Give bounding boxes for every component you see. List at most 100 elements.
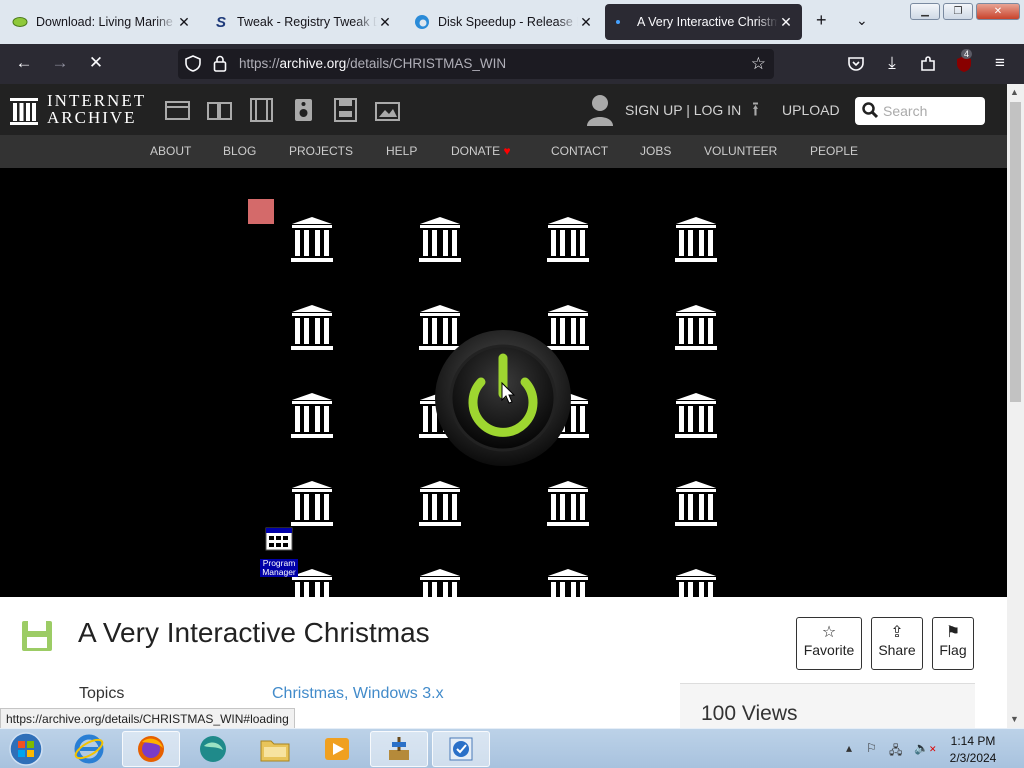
nav-about[interactable]: ABOUT	[150, 144, 191, 158]
nav-people[interactable]: PEOPLE	[810, 144, 858, 158]
ia-logo-text[interactable]: INTERNET ARCHIVE	[47, 92, 146, 126]
scroll-up-arrow-icon[interactable]: ▲	[1010, 87, 1019, 97]
green-globe-icon	[200, 736, 226, 762]
topics-label: Topics	[79, 685, 125, 702]
tab-title: Disk Speedup - Release No	[438, 15, 578, 29]
flag-icon: ⚑	[945, 624, 961, 641]
green-oval-icon	[12, 14, 28, 30]
ia-header: INTERNET ARCHIVE SIGN UP | LOG IN ⭱ UPLO…	[0, 84, 1007, 135]
archive-column-icon	[291, 305, 333, 350]
scrollbar-thumb[interactable]	[1010, 102, 1021, 402]
archive-column-icon	[675, 393, 717, 438]
action-center-flag-icon[interactable]: ⚐	[866, 741, 877, 755]
archive-column-icon	[675, 217, 717, 262]
network-icon[interactable]: 🖧	[889, 741, 902, 762]
tab-download-living-marine[interactable]: Download: Living Marine A ✕	[4, 4, 200, 40]
tracking-shield-icon[interactable]	[185, 55, 201, 77]
ia-top-nav: ABOUT BLOG PROJECTS HELP DONATE ♥ CONTAC…	[0, 135, 1007, 168]
close-icon[interactable]: ✕	[377, 14, 393, 31]
ia-search-input[interactable]: Search	[855, 97, 985, 125]
nav-projects[interactable]: PROJECTS	[289, 144, 353, 158]
back-arrow-icon[interactable]: ←	[12, 53, 36, 73]
taskbar-cleaner[interactable]	[370, 731, 428, 767]
archive-column-icon	[419, 217, 461, 262]
tab-title: A Very Interactive Christma	[637, 15, 778, 29]
favorite-button[interactable]: ☆ Favorite	[796, 617, 862, 670]
minimize-button[interactable]: ▁	[910, 3, 940, 20]
item-title: A Very Interactive Christmas	[78, 617, 430, 648]
stop-loading-icon[interactable]: ✕	[84, 53, 108, 73]
audio-speaker-icon[interactable]	[291, 98, 317, 122]
scroll-down-arrow-icon[interactable]: ▼	[1010, 714, 1019, 724]
system-clock[interactable]: 1:14 PM 2/3/2024	[941, 733, 1005, 767]
tab-disk-speedup[interactable]: Disk Speedup - Release No ✕	[406, 4, 602, 40]
url-text[interactable]: https://archive.org/details/CHRISTMAS_WI…	[239, 56, 506, 71]
share-button[interactable]: ⇪ Share	[871, 617, 923, 670]
close-icon[interactable]: ✕	[578, 14, 594, 31]
start-button[interactable]	[0, 731, 52, 767]
broom-cleaner-icon	[389, 737, 409, 760]
taskbar-installer[interactable]	[432, 731, 490, 767]
close-icon[interactable]: ✕	[176, 14, 192, 31]
taskbar-explorer[interactable]	[246, 731, 304, 767]
lock-icon[interactable]	[213, 55, 227, 77]
pocket-icon[interactable]	[844, 53, 868, 78]
windows-orb-icon	[9, 732, 43, 766]
windows-taskbar: ▴ ⚐ 🖧 🔈✕ 1:14 PM 2/3/2024	[0, 728, 1024, 768]
installer-shield-icon	[449, 737, 473, 761]
downloads-icon[interactable]: ⤓	[880, 53, 904, 73]
extensions-puzzle-icon[interactable]	[916, 53, 940, 78]
archive-column-icon	[675, 305, 717, 350]
upload-arrow-icon[interactable]: ⭱	[752, 100, 759, 120]
upload-link[interactable]: UPLOAD	[782, 102, 840, 118]
program-manager-icon[interactable]: Program Manager	[260, 526, 298, 577]
close-icon[interactable]: ✕	[778, 14, 794, 31]
internet-explorer-icon	[74, 734, 104, 764]
hamburger-menu-icon[interactable]: ≡	[988, 53, 1012, 73]
heart-icon: ♥	[503, 144, 511, 158]
firefox-icon	[138, 736, 164, 762]
address-bar[interactable]: https://archive.org/details/CHRISTMAS_WI…	[178, 49, 774, 79]
link-status-url: https://archive.org/details/CHRISTMAS_WI…	[0, 708, 295, 729]
archive-column-icon	[675, 481, 717, 526]
taskbar-media-player[interactable]	[308, 731, 366, 767]
list-tabs-chevron-icon[interactable]: ⌄	[856, 12, 868, 29]
navigation-toolbar: ← → ✕ https://archive.org/details/CHRIST…	[0, 44, 1024, 84]
archive-column-icon	[548, 569, 588, 597]
nav-donate[interactable]: DONATE ♥	[451, 144, 511, 158]
flag-button[interactable]: ⚑ Flag	[932, 617, 974, 670]
close-window-button[interactable]: ✕	[976, 3, 1020, 20]
media-player-icon	[325, 738, 349, 760]
archive-column-icon	[547, 217, 589, 262]
nav-volunteer[interactable]: VOLUNTEER	[704, 144, 777, 158]
volume-muted-icon[interactable]: 🔈✕	[914, 741, 937, 755]
views-count: 100 Views	[701, 702, 798, 725]
forward-arrow-icon[interactable]: →	[48, 53, 72, 73]
signup-login-link[interactable]: SIGN UP | LOG IN	[625, 102, 741, 118]
nav-blog[interactable]: BLOG	[223, 144, 256, 158]
taskbar-app-green[interactable]	[184, 731, 242, 767]
emulator-screen[interactable]: Program Manager	[0, 168, 1007, 597]
nav-contact[interactable]: CONTACT	[551, 144, 608, 158]
texts-book-icon[interactable]	[207, 98, 233, 122]
maximize-button[interactable]: ❐	[943, 3, 973, 20]
web-media-icon[interactable]	[165, 98, 191, 122]
tray-expand-arrow-icon[interactable]: ▴	[846, 741, 852, 755]
taskbar-firefox[interactable]	[122, 731, 180, 767]
page-scrollbar[interactable]: ▲ ▼	[1007, 84, 1024, 728]
video-film-icon[interactable]	[249, 98, 275, 122]
images-icon[interactable]	[375, 98, 401, 122]
topics-links[interactable]: Christmas, Windows 3.x	[272, 685, 444, 703]
bookmark-star-icon[interactable]: ☆	[751, 54, 766, 74]
ia-logo-icon[interactable]	[10, 94, 38, 131]
user-avatar-icon[interactable]	[586, 94, 614, 131]
tab-tweak-registry[interactable]: S Tweak - Registry Tweak Do ✕	[205, 4, 401, 40]
new-tab-icon[interactable]: +	[816, 10, 827, 31]
power-button-icon[interactable]	[433, 328, 573, 468]
software-floppy-icon[interactable]	[333, 98, 359, 122]
nav-help[interactable]: HELP	[386, 144, 417, 158]
nav-jobs[interactable]: JOBS	[640, 144, 671, 158]
taskbar-internet-explorer[interactable]	[60, 731, 118, 767]
tab-interactive-christmas[interactable]: A Very Interactive Christma ✕	[605, 4, 802, 40]
tab-title: Tweak - Registry Tweak Do	[237, 15, 377, 29]
